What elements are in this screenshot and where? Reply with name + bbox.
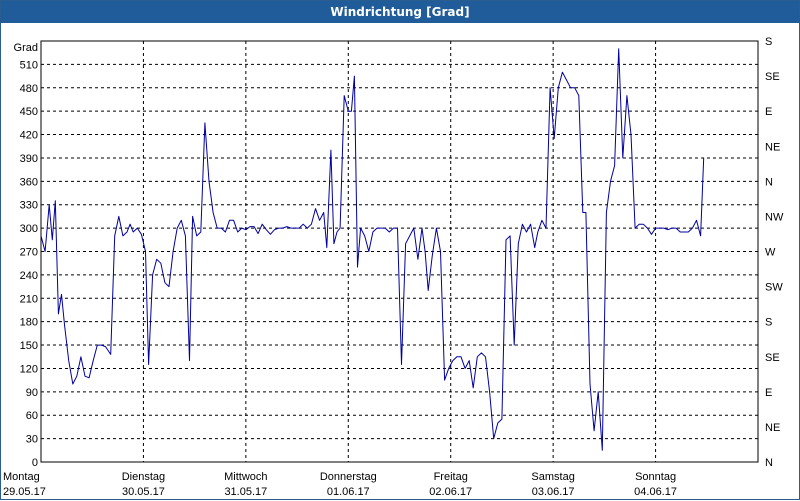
y-tick-label: 0 [32, 457, 38, 469]
right-tick-label: SE [765, 352, 780, 364]
y-tick-label: 390 [20, 153, 38, 165]
x-tick-day: Donnerstag [320, 471, 377, 483]
right-tick-label: N [765, 176, 773, 188]
y-tick-label: 450 [20, 106, 38, 118]
axis-layer: 0 30 60 90 120 150 180 210 240 270 300 330 360 390 420… [3, 36, 784, 498]
x-tick-date: 02.06.17 [429, 486, 472, 498]
grid-layer [41, 41, 758, 462]
right-tick-label: S [765, 317, 772, 329]
y-tick-label: 270 [20, 247, 38, 259]
x-tick-day: Mittwoch [224, 471, 267, 483]
y-tick-label: 330 [20, 200, 38, 212]
y-tick-label: 510 [20, 59, 38, 71]
right-tick-label: E [765, 106, 772, 118]
y-tick-label: 210 [20, 293, 38, 305]
x-tick-date: 30.05.17 [122, 486, 165, 498]
y-tick-label: 420 [20, 130, 38, 142]
y-tick-label: 300 [20, 223, 38, 235]
right-tick-label: SW [765, 282, 783, 294]
y-tick-label: 60 [26, 410, 38, 422]
x-tick-date: 29.05.17 [3, 486, 46, 498]
x-tick-day: Freitag [434, 471, 468, 483]
y-tick-label: 90 [26, 387, 38, 399]
x-tick-date: 31.05.17 [224, 486, 267, 498]
y-tick-label: 240 [20, 270, 38, 282]
right-tick-label: NE [765, 422, 780, 434]
right-tick-label: W [765, 247, 776, 259]
x-tick-day: Sonntag [635, 471, 676, 483]
right-tick-label: S [765, 36, 772, 48]
right-tick-label: E [765, 387, 772, 399]
chart-window: Windrichtung [Grad] 0 30 60 90 120 150 180 210 2… [0, 0, 800, 500]
right-tick-label: N [765, 457, 773, 469]
right-tick-label: NE [765, 141, 780, 153]
wind-direction-line [40, 48, 705, 451]
right-tick-label: NW [765, 211, 784, 223]
y-tick-label: 30 [26, 434, 38, 446]
right-tick-label: SE [765, 71, 780, 83]
y-tick-label: 360 [20, 176, 38, 188]
series-layer [40, 48, 705, 451]
y-tick-label: 180 [20, 317, 38, 329]
y-tick-label: 150 [20, 340, 38, 352]
y-tick-label: 480 [20, 83, 38, 95]
x-tick-date: 03.06.17 [532, 486, 575, 498]
y-tick-label: 120 [20, 363, 38, 375]
x-tick-day: Samstag [531, 471, 574, 483]
line-chart: 0 30 60 90 120 150 180 210 240 270 300 330 360 390 420… [3, 36, 784, 498]
x-tick-day: Dienstag [122, 471, 165, 483]
x-tick-date: 04.06.17 [634, 486, 677, 498]
plot-frame [40, 40, 759, 463]
y-axis-label: Grad [14, 42, 38, 54]
x-tick-date: 01.06.17 [327, 486, 370, 498]
x-tick-day: Montag [3, 471, 40, 483]
